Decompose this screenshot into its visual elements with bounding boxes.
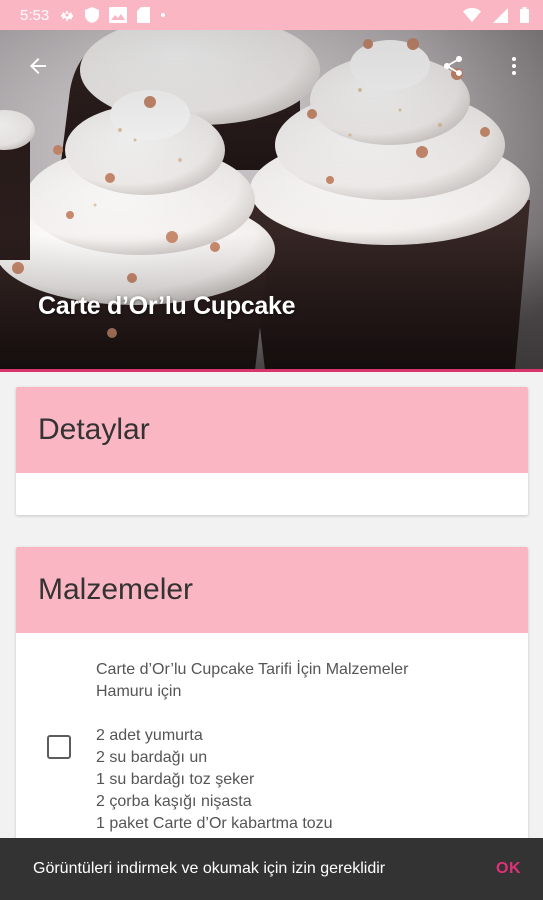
shield-icon [85, 7, 100, 23]
snackbar-message: Görüntüleri indirmek ve okumak için izin… [33, 860, 386, 877]
settings-gear-icon [59, 7, 75, 23]
ingredient-line: Carte d’Or’lu Cupcake Tarifi İçin Malzem… [96, 661, 409, 678]
ingredient-line: 1 paket Carte d’Or kabartma tozu [96, 815, 333, 832]
battery-icon [520, 7, 529, 23]
share-icon [441, 54, 465, 83]
ingredient-line [96, 703, 508, 725]
arrow-back-icon [26, 54, 50, 83]
snackbar-ok-button[interactable]: OK [496, 860, 521, 878]
status-bar: 5:53 [0, 0, 543, 30]
back-button[interactable] [22, 52, 54, 84]
hero-accent-line [0, 369, 543, 372]
ingredient-line: 1 su bardağı toz şeker [96, 771, 255, 788]
ingredients-list: Carte d’Or’lu Cupcake Tarifi İçin Malzem… [16, 633, 528, 835]
permission-snackbar: Görüntüleri indirmek ve okumak için izin… [0, 838, 543, 900]
status-left: 5:53 [20, 7, 166, 24]
dot-icon [160, 12, 166, 18]
ingredient-line: 2 çorba kaşığı nişasta [96, 793, 252, 810]
signal-icon [493, 7, 508, 23]
more-options-button[interactable] [498, 52, 530, 84]
ingredient-line: 2 adet yumurta [96, 727, 203, 744]
ingredient-line: 2 su bardağı un [96, 749, 208, 766]
ingredients-card-title: Malzemeler [16, 547, 528, 633]
share-button[interactable] [437, 52, 469, 84]
status-time: 5:53 [20, 6, 50, 24]
ingredient-checkbox[interactable] [47, 735, 71, 759]
wifi-icon [463, 8, 481, 22]
hero-image: Carte d’Or’lu Cupcake [0, 30, 543, 370]
sd-card-icon [137, 7, 151, 23]
more-vert-icon [502, 54, 526, 83]
recipe-title: Carte d’Or’lu Cupcake [38, 292, 296, 320]
ingredient-line: Hamuru için [96, 683, 182, 700]
status-right [463, 7, 529, 23]
details-card-title: Detaylar [16, 387, 528, 473]
image-icon [109, 7, 128, 23]
details-card: Detaylar [16, 387, 528, 515]
